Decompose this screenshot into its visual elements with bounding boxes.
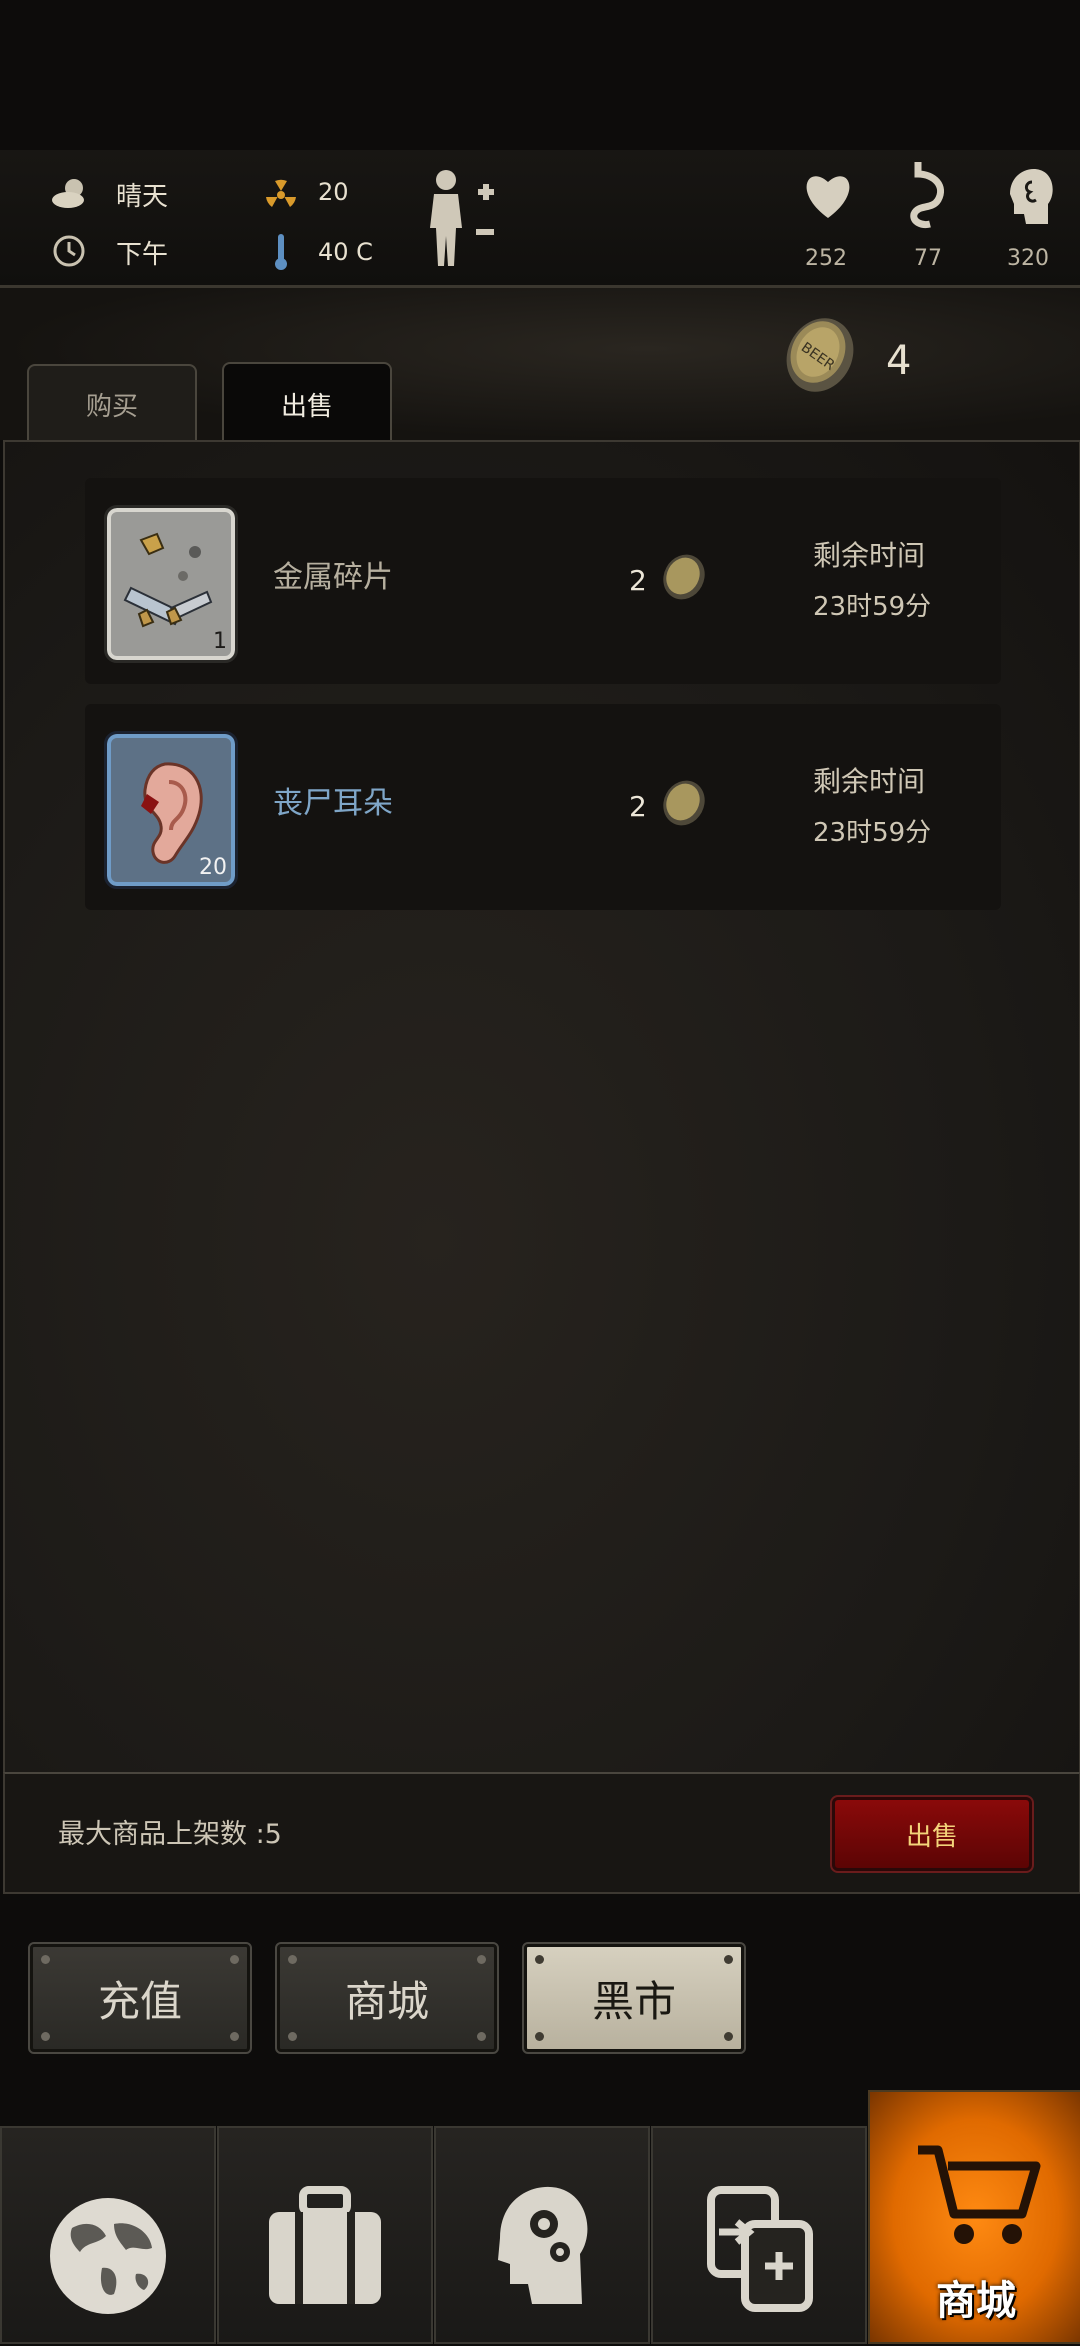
item-icon-scrap-metal: 1	[104, 505, 238, 663]
shopping-cart-icon	[918, 2145, 1041, 2244]
globe-icon	[50, 2198, 166, 2314]
nav-world-map[interactable]	[0, 2126, 216, 2344]
weather-label: 晴天	[116, 182, 169, 212]
tab-buy[interactable]: 购买	[27, 364, 197, 442]
sell-listings-panel: 1 金属碎片 2 剩余时间 23时59分 20 丧尸耳朵 2 剩余时间 23时5…	[3, 440, 1080, 1774]
radiation-icon	[266, 179, 296, 207]
health-heart-icon	[806, 176, 850, 218]
time-remaining-label: 剩余时间	[813, 765, 926, 798]
recharge-label: 充值	[97, 1976, 182, 2026]
item-name: 金属碎片	[273, 560, 393, 595]
rivet-icon	[230, 2032, 239, 2041]
character-body-icon[interactable]	[424, 166, 500, 272]
rivet-icon	[477, 2032, 486, 2041]
rivet-icon	[535, 1955, 544, 1964]
max-listings-label: 最大商品上架数 :5	[58, 1819, 282, 1850]
rivet-icon	[288, 2032, 297, 2041]
rivet-icon	[41, 1955, 50, 1964]
bottle-cap-coin-icon	[663, 780, 705, 826]
rivet-icon	[41, 2032, 50, 2041]
listing-row[interactable]: 20 丧尸耳朵 2 剩余时间 23时59分	[85, 704, 1001, 910]
health-value: 252	[805, 246, 847, 271]
head-gears-icon	[498, 2186, 588, 2304]
item-icon-zombie-ear: 20	[104, 731, 238, 889]
stomach-hunger-icon	[910, 162, 944, 228]
rivet-icon	[724, 2032, 733, 2041]
rivet-icon	[724, 1955, 733, 1964]
item-price: 2	[629, 790, 647, 823]
mall-label: 商城	[344, 1976, 429, 2026]
nav-shop-label: 商城	[936, 2278, 1016, 2324]
black-market-label: 黑市	[591, 1976, 676, 2026]
nav-inventory[interactable]	[217, 2126, 433, 2344]
listing-row[interactable]: 1 金属碎片 2 剩余时间 23时59分	[85, 478, 1001, 684]
mall-plaque-button[interactable]: 商城	[275, 1942, 499, 2054]
rivet-icon	[535, 2032, 544, 2041]
item-stack-count: 1	[213, 629, 227, 654]
item-stack-count: 20	[199, 855, 227, 880]
time-remaining-label: 剩余时间	[813, 539, 926, 572]
rivet-icon	[230, 1955, 239, 1964]
rivet-icon	[288, 1955, 297, 1964]
brain-mental-icon	[1010, 169, 1053, 224]
time-of-day-label: 下午	[116, 240, 169, 270]
exchange-cards-icon	[707, 2186, 813, 2312]
rivet-icon	[477, 1955, 486, 1964]
thermometer-icon	[275, 234, 287, 270]
bottle-cap-coin-icon	[663, 554, 705, 600]
item-name: 丧尸耳朵	[273, 786, 393, 821]
mental-value: 320	[1007, 246, 1049, 271]
temperature-value: 40 C	[318, 238, 373, 266]
clock-icon	[53, 235, 85, 267]
time-remaining-value: 23时59分	[813, 818, 932, 848]
recharge-plaque-button[interactable]: 充值	[28, 1942, 252, 2054]
suitcase-icon	[269, 2186, 381, 2304]
black-market-plaque-button[interactable]: 黑市	[522, 1942, 746, 2054]
time-remaining-value: 23时59分	[813, 592, 932, 622]
nav-skills[interactable]	[434, 2126, 650, 2344]
bottle-cap-coin-icon: BEER	[786, 318, 854, 392]
sell-button[interactable]: 出售	[830, 1795, 1034, 1873]
tab-sell[interactable]: 出售	[222, 362, 392, 444]
currency-amount: 4	[886, 338, 912, 384]
hunger-value: 77	[914, 246, 942, 271]
nav-shop[interactable]: 商城	[868, 2090, 1080, 2344]
radiation-value: 20	[318, 178, 349, 206]
sunny-weather-icon	[52, 179, 84, 208]
nav-craft[interactable]	[651, 2126, 867, 2344]
item-price: 2	[629, 564, 647, 597]
